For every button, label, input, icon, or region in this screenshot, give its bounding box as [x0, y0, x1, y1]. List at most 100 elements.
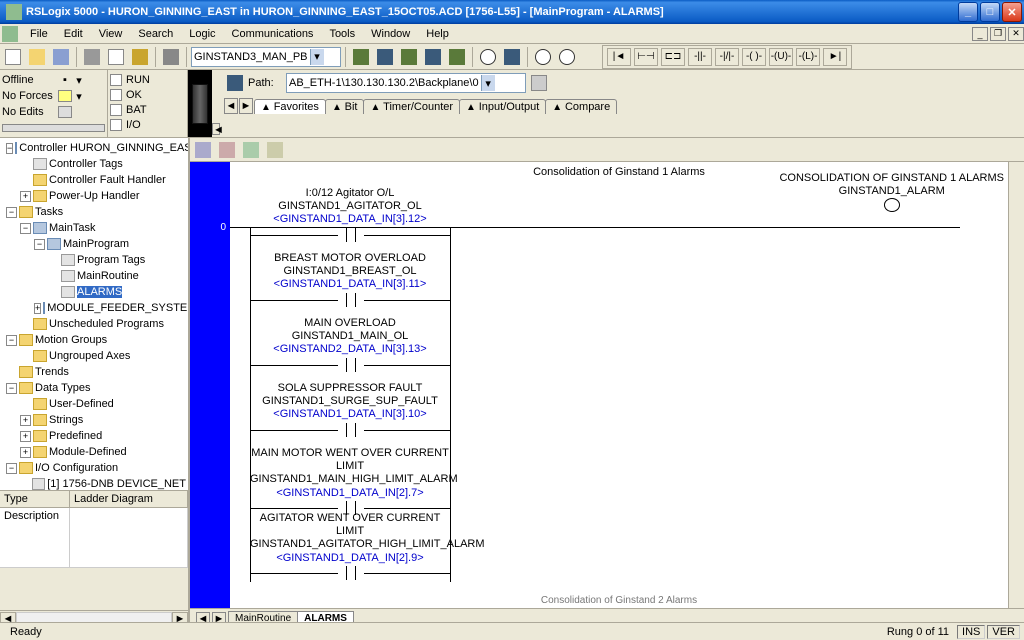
branch-instruction[interactable]: I:0/12 Agitator O/LGINSTAND1_AGITATOR_OL…: [250, 187, 450, 241]
tree-node[interactable]: Trends: [2, 364, 186, 380]
tree[interactable]: −Controller HURON_GINNING_EASController …: [0, 138, 188, 490]
path-combo[interactable]: AB_ETH-1\130.130.130.2\Backplane\0 ▾: [286, 73, 526, 93]
menu-help[interactable]: Help: [418, 26, 457, 42]
ladder-view[interactable]: 0 Consolidation of Ginstand 1 Alarms CON…: [190, 162, 1024, 608]
tree-node[interactable]: Ungrouped Axes: [2, 348, 186, 364]
cut-button[interactable]: [81, 46, 103, 68]
nav-otl[interactable]: -(L)-: [796, 48, 820, 66]
menu-edit[interactable]: Edit: [56, 26, 91, 42]
tree-node[interactable]: +Predefined: [2, 428, 186, 444]
zoom-out-button[interactable]: [556, 46, 578, 68]
collapse-button[interactable]: ◄: [212, 123, 220, 135]
menu-view[interactable]: View: [91, 26, 131, 42]
nav-otu[interactable]: -(U)-: [769, 48, 793, 66]
tree-node[interactable]: +MODULE_FEEDER_SYSTE: [2, 300, 186, 316]
tab-timer[interactable]: ▲ Timer/Counter: [363, 99, 460, 114]
expand-icon[interactable]: −: [6, 383, 17, 394]
tree-node[interactable]: Controller Tags: [2, 156, 186, 172]
zoom-in-button[interactable]: [532, 46, 554, 68]
tree-node[interactable]: +Strings: [2, 412, 186, 428]
verify-button[interactable]: [477, 46, 499, 68]
menu-window[interactable]: Window: [363, 26, 418, 42]
tree-node[interactable]: +Power-Up Handler: [2, 188, 186, 204]
branch-instruction[interactable]: AGITATOR WENT OVER CURRENT LIMITGINSTAND…: [250, 512, 450, 579]
tree-node[interactable]: −Tasks: [2, 204, 186, 220]
paste-button[interactable]: [129, 46, 151, 68]
mdi-close[interactable]: ✕: [1008, 27, 1024, 41]
expand-icon[interactable]: +: [20, 447, 31, 458]
expand-icon[interactable]: −: [6, 207, 17, 218]
tree-node[interactable]: +Module-Defined: [2, 444, 186, 460]
expand-icon[interactable]: +: [20, 431, 31, 442]
tab-bit[interactable]: ▲ Bit: [325, 99, 365, 114]
tab-scroll-right[interactable]: ►: [239, 98, 253, 114]
tree-node[interactable]: −MainTask: [2, 220, 186, 236]
tree-node[interactable]: [1] 1756-DNB DEVICE_NET: [2, 476, 186, 490]
expand-icon[interactable]: +: [34, 303, 41, 314]
tool-a[interactable]: [350, 46, 372, 68]
tab-compare[interactable]: ▲ Compare: [545, 99, 617, 114]
etool-2[interactable]: [216, 139, 238, 161]
tree-node[interactable]: Controller Fault Handler: [2, 172, 186, 188]
tree-node[interactable]: −Controller HURON_GINNING_EAS: [2, 140, 186, 156]
minimize-button[interactable]: _: [958, 2, 978, 22]
ladder-content[interactable]: Consolidation of Ginstand 1 Alarms CONSO…: [230, 162, 1008, 608]
tree-node[interactable]: −MainProgram: [2, 236, 186, 252]
branch-instruction[interactable]: SOLA SUPPRESSOR FAULTGINSTAND1_SURGE_SUP…: [250, 382, 450, 436]
tool-d[interactable]: [422, 46, 444, 68]
nav-start[interactable]: |◄: [607, 48, 631, 66]
etool-3[interactable]: [240, 139, 262, 161]
branch-instruction[interactable]: MAIN MOTOR WENT OVER CURRENT LIMITGINSTA…: [250, 447, 450, 514]
expand-icon[interactable]: −: [6, 463, 17, 474]
etool-4[interactable]: [264, 139, 286, 161]
save-button[interactable]: [50, 46, 72, 68]
menu-search[interactable]: Search: [130, 26, 181, 42]
tool-b[interactable]: [374, 46, 396, 68]
new-button[interactable]: [2, 46, 24, 68]
tab-scroll-left[interactable]: ◄: [224, 98, 238, 114]
nav-end[interactable]: ►|: [823, 48, 847, 66]
browse-button[interactable]: [528, 72, 550, 94]
copy-button[interactable]: [105, 46, 127, 68]
tree-node[interactable]: Program Tags: [2, 252, 186, 268]
expand-icon[interactable]: −: [6, 335, 17, 346]
tree-node[interactable]: User-Defined: [2, 396, 186, 412]
tool-e[interactable]: [446, 46, 468, 68]
tag-combo[interactable]: GINSTAND3_MAN_PB ▾: [191, 47, 341, 67]
tree-node[interactable]: −I/O Configuration: [2, 460, 186, 476]
nav-ote[interactable]: -( )-: [742, 48, 766, 66]
prop-desc-value[interactable]: [70, 508, 188, 568]
expand-icon[interactable]: −: [34, 239, 45, 250]
expand-icon[interactable]: +: [20, 415, 31, 426]
expand-icon[interactable]: −: [20, 223, 31, 234]
nav-branch[interactable]: ⊏⊐: [661, 48, 685, 66]
tab-io[interactable]: ▲ Input/Output: [459, 99, 546, 114]
branch-instruction[interactable]: BREAST MOTOR OVERLOADGINSTAND1_BREAST_OL…: [250, 252, 450, 306]
nav-xio[interactable]: -||-: [688, 48, 712, 66]
editor-vscroll[interactable]: [1008, 162, 1024, 608]
mdi-minimize[interactable]: _: [972, 27, 988, 41]
tree-node[interactable]: ALARMS: [2, 284, 186, 300]
verify-all-button[interactable]: [501, 46, 523, 68]
etool-1[interactable]: [192, 139, 214, 161]
menu-logic[interactable]: Logic: [181, 26, 223, 42]
tree-node[interactable]: −Motion Groups: [2, 332, 186, 348]
branch-instruction[interactable]: MAIN OVERLOADGINSTAND1_MAIN_OL<GINSTAND2…: [250, 317, 450, 371]
nav-xic[interactable]: -|/|-: [715, 48, 739, 66]
go-online-button[interactable]: [224, 72, 246, 94]
close-button[interactable]: ✕: [1002, 2, 1022, 22]
nav-rung[interactable]: ⊢⊣: [634, 48, 658, 66]
open-button[interactable]: [26, 46, 48, 68]
tree-node[interactable]: −Data Types: [2, 380, 186, 396]
maximize-button[interactable]: □: [980, 2, 1000, 22]
tab-favorites[interactable]: ▲ Favorites: [254, 99, 326, 114]
print-button[interactable]: [160, 46, 182, 68]
tree-node[interactable]: Unscheduled Programs: [2, 316, 186, 332]
expand-icon[interactable]: +: [20, 191, 31, 202]
menu-file[interactable]: File: [22, 26, 56, 42]
mdi-restore[interactable]: ❐: [990, 27, 1006, 41]
menu-communications[interactable]: Communications: [224, 26, 322, 42]
tool-c[interactable]: [398, 46, 420, 68]
expand-icon[interactable]: −: [6, 143, 13, 154]
tree-node[interactable]: MainRoutine: [2, 268, 186, 284]
